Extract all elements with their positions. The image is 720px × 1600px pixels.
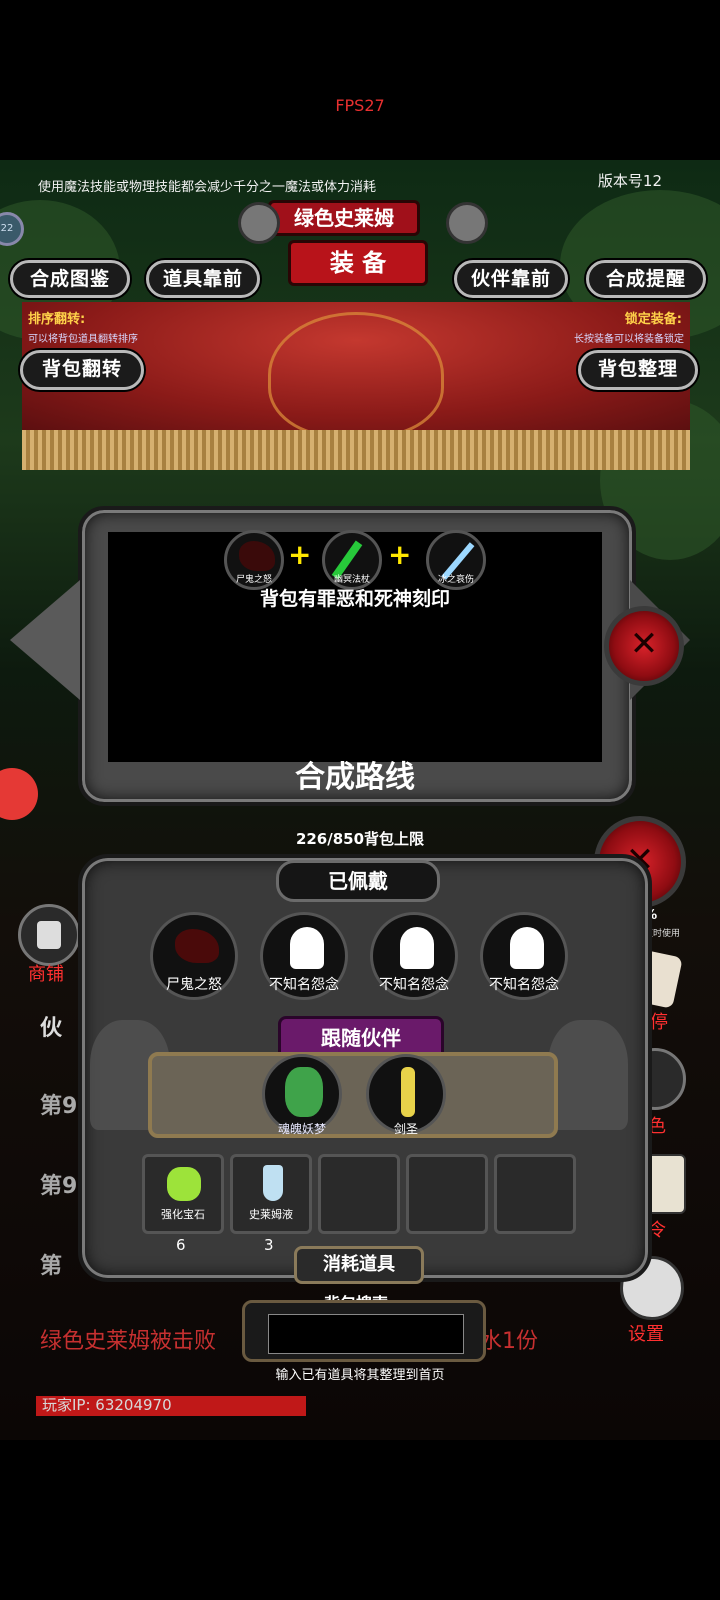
player-ip: 玩家IP: 63204970 (42, 1396, 172, 1414)
consumable-label: 史莱姆液 (249, 1208, 293, 1221)
compose-route-label: 合成路线 (295, 760, 415, 795)
shop-icon[interactable] (18, 904, 80, 966)
bag-sort-button[interactable]: 背包整理 (578, 350, 698, 390)
settings-label: 设置 (628, 1324, 664, 1345)
partner-label: 魂魄妖梦 (277, 1122, 326, 1136)
profile-avatar-icon[interactable] (0, 768, 38, 820)
ghost-icon (290, 927, 324, 969)
consumable-slot[interactable] (142, 1154, 224, 1234)
floor-text: 第9 (40, 1174, 78, 1199)
partner-front-button[interactable]: 伙伴靠前 (454, 260, 568, 298)
compose-remind-button[interactable]: 合成提醒 (586, 260, 706, 298)
floor-text: 第9 (40, 1094, 78, 1119)
gem-icon (167, 1167, 201, 1201)
partner-avatar-icon (285, 1067, 323, 1117)
version-label: 版本号12 (597, 172, 662, 190)
skull-ornament-icon (446, 202, 488, 244)
battle-log-left: 绿色史莱姆被击败 (40, 1329, 217, 1354)
equipped-slot-label: 不知名怨念 (489, 977, 559, 993)
plus-icon: + (388, 538, 412, 571)
consumable-count: 3 (264, 1236, 274, 1254)
previous-arrow-icon[interactable] (10, 580, 80, 700)
monster-name-banner: 绿色史莱姆 (268, 200, 420, 236)
search-hint: 输入已有道具将其整理到首页 (275, 1368, 445, 1383)
bag-flip-button[interactable]: 背包翻转 (20, 350, 144, 390)
sort-flip-title: 排序翻转: (28, 312, 86, 327)
consumable-label: 强化宝石 (161, 1208, 205, 1221)
floor-text: 第 (40, 1254, 63, 1279)
ghost-icon (400, 927, 434, 969)
claw-icon (239, 541, 275, 571)
plus-icon: + (288, 538, 312, 571)
consumable-slot-empty[interactable] (494, 1154, 576, 1234)
equipped-slot-label: 不知名怨念 (269, 977, 339, 993)
curtain-fringe (22, 430, 690, 470)
partner-label: 剑圣 (393, 1122, 418, 1136)
close-recipe-button[interactable]: ✕ (604, 606, 684, 686)
lock-equip-title: 锁定装备: (624, 312, 682, 327)
game-screen: 使用魔法技能或物理技能都会减少千分之一魔法或体力消耗 版本号12 22 伙 第9… (0, 160, 720, 1440)
battle-log-right: 水1份 (480, 1329, 538, 1354)
partner-prefix-text: 伙 (40, 1016, 63, 1041)
skull-ornament-icon (238, 202, 280, 244)
bag-capacity: 226/850背包上限 (295, 830, 425, 848)
consumables-title: 消耗道具 (294, 1246, 424, 1284)
fps-counter: FPS27 (335, 96, 385, 115)
compose-guide-button[interactable]: 合成图鉴 (10, 260, 130, 298)
lock-equip-desc: 长按装备可以将装备锁定 (574, 334, 684, 345)
shop-label: 商铺 (28, 964, 64, 985)
consumable-slot[interactable] (230, 1154, 312, 1234)
claw-icon (175, 929, 219, 963)
items-front-button[interactable]: 道具靠前 (146, 260, 260, 298)
ghost-icon (510, 927, 544, 969)
panel-title: 装 备 (288, 240, 428, 286)
dragon-statue-icon (548, 1020, 628, 1130)
partner-avatar-icon (401, 1067, 415, 1117)
sort-flip-desc: 可以将背包道具翻转排序 (28, 334, 138, 345)
search-input[interactable] (268, 1314, 464, 1354)
equipped-title: 已佩戴 (276, 860, 440, 902)
recipe-result-text: 背包有罪恶和死神刻印 (259, 588, 450, 610)
consumable-slot-empty[interactable] (318, 1154, 400, 1234)
consumable-slot-empty[interactable] (406, 1154, 488, 1234)
bag-icon (37, 921, 61, 949)
consumable-count: 6 (176, 1236, 186, 1254)
partners-bar (148, 1052, 558, 1138)
equipped-slot-label: 不知名怨念 (379, 977, 449, 993)
gameplay-tip: 使用魔法技能或物理技能都会减少千分之一魔法或体力消耗 (38, 180, 377, 195)
crossed-swords-emblem-icon (268, 312, 444, 438)
equipped-slot-label: 尸鬼之怒 (166, 977, 222, 993)
potion-icon (263, 1165, 283, 1201)
